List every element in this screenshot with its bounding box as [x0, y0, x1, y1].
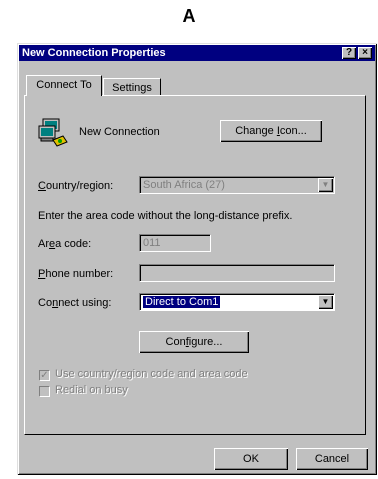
country-region-select[interactable]: South Africa (27) ▼ — [139, 176, 335, 194]
figure-caption: A — [182, 6, 196, 26]
tab-connect-to[interactable]: Connect To — [26, 75, 102, 96]
use-country-code-label: Use country/region code and area code — [55, 368, 248, 380]
connect-using-value: Direct to Com1 — [143, 296, 221, 308]
window-title: New Connection Properties — [22, 47, 166, 59]
phone-number-label: Phone number: — [38, 268, 114, 280]
connect-using-select[interactable]: Direct to Com1 ▼ — [139, 293, 335, 311]
redial-on-busy-checkbox[interactable] — [39, 386, 50, 397]
tab-settings[interactable]: Settings — [103, 78, 161, 96]
area-code-label: Area code: — [38, 238, 92, 250]
help-button[interactable]: ? — [342, 47, 356, 59]
connect-using-label: Connect using: — [38, 297, 112, 309]
area-code-field[interactable]: 011 — [139, 234, 211, 252]
properties-dialog: New Connection Properties ? × Connect To… — [17, 43, 377, 475]
redial-on-busy-label: Redial on busy — [55, 384, 128, 396]
phone-number-field[interactable] — [139, 264, 335, 282]
close-button[interactable]: × — [358, 47, 372, 59]
change-icon-button[interactable]: Change Icon... — [220, 120, 322, 142]
configure-button[interactable]: Configure... — [139, 331, 249, 353]
use-country-code-checkbox[interactable]: ✓ — [39, 370, 50, 381]
ok-button[interactable]: OK — [214, 448, 288, 470]
network-connection-icon — [37, 118, 69, 148]
connection-name: New Connection — [79, 126, 160, 138]
cancel-button[interactable]: Cancel — [296, 448, 368, 470]
area-code-hint: Enter the area code without the long-dis… — [38, 210, 293, 222]
chevron-down-icon[interactable]: ▼ — [318, 295, 333, 309]
tab-panel-connect-to: New Connection Change Icon... Country/re… — [24, 95, 366, 435]
chevron-down-icon[interactable]: ▼ — [318, 178, 333, 192]
title-bar: New Connection Properties ? × — [19, 45, 375, 61]
country-region-label: Country/region: — [38, 180, 114, 192]
